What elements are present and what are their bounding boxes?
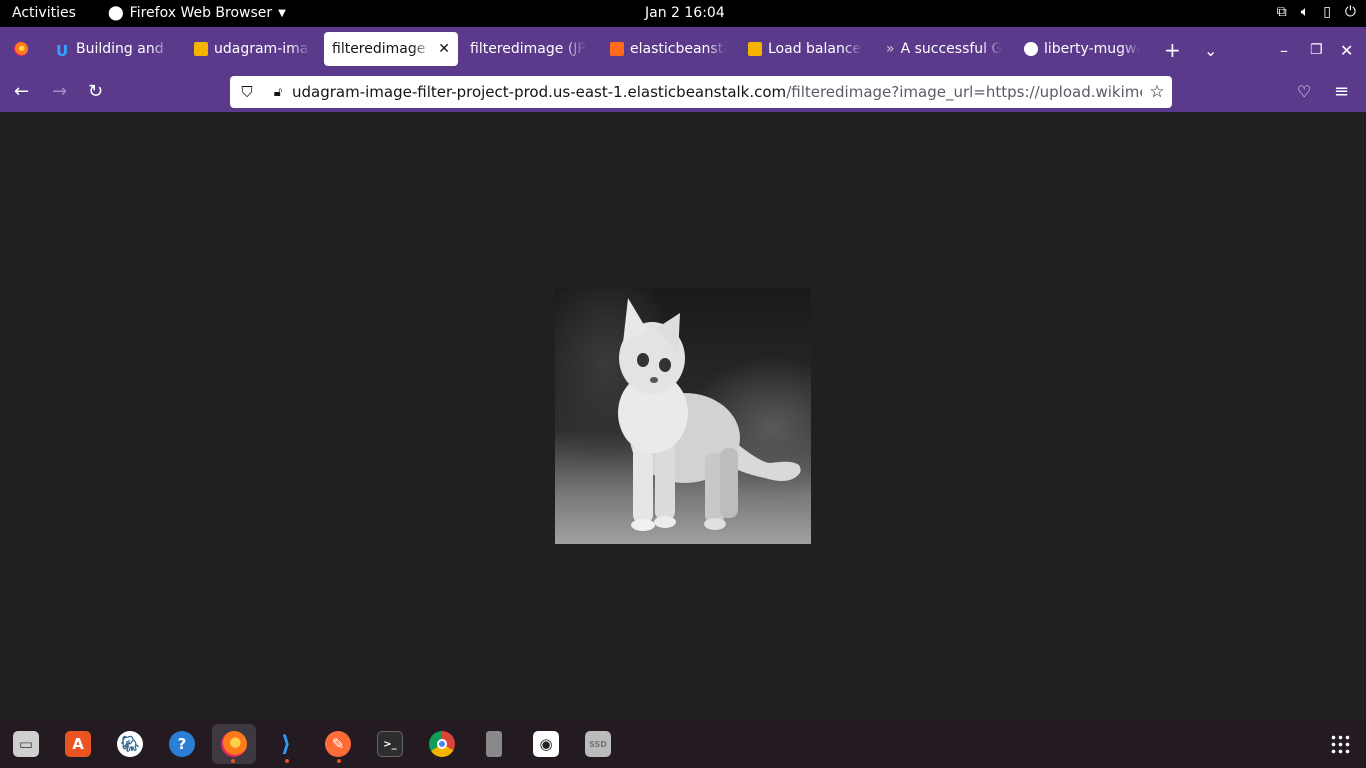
close-window-icon[interactable]: ✕ xyxy=(1340,41,1353,60)
network-icon[interactable]: ⧉ xyxy=(1277,4,1287,20)
tab-udagram-image[interactable]: udagram-imag xyxy=(186,32,318,66)
nav-bar: ← → ↻ ⛉ 🔓︎ udagram-image-filter-project-… xyxy=(0,71,1366,112)
screenshot-camera-icon[interactable]: ◉ xyxy=(526,724,566,764)
forward-arrow-icon[interactable]: → xyxy=(52,81,67,102)
close-tab-icon[interactable]: ✕ xyxy=(438,41,450,57)
tab-label: filteredimage (JP xyxy=(470,41,586,57)
vscode-icon[interactable]: ⟩ xyxy=(266,724,306,764)
running-indicator xyxy=(337,759,341,763)
clock[interactable]: Jan 2 16:04 xyxy=(645,5,725,21)
ubuntu-dock: ▭ A 🐘︎ ? ⟩ ✎ >_ ◉ SSD xyxy=(0,720,1366,768)
activities-button[interactable]: Activities xyxy=(12,5,76,21)
ssd-drive-icon[interactable]: SSD xyxy=(578,724,618,764)
firefox-small-icon: ⬤ xyxy=(108,5,124,21)
url-text[interactable]: udagram-image-filter-project-prod.us-eas… xyxy=(292,83,1142,101)
help-icon[interactable]: ? xyxy=(162,724,202,764)
aws-box-icon xyxy=(194,42,208,56)
kitten-drawing xyxy=(618,298,801,531)
volume-icon[interactable]: 🔈︎ xyxy=(1301,4,1309,20)
software-center-icon[interactable]: A xyxy=(58,724,98,764)
chrome-icon[interactable] xyxy=(422,724,462,764)
aws-box-icon xyxy=(748,42,762,56)
url-bar[interactable]: ⛉ 🔓︎ udagram-image-filter-project-prod.u… xyxy=(230,76,1172,108)
battery-icon[interactable]: ▯ xyxy=(1323,4,1331,20)
tab-label: A successful G xyxy=(900,41,1003,57)
pocket-icon[interactable]: ♡ xyxy=(1297,82,1311,101)
minimize-icon[interactable]: – xyxy=(1280,41,1288,60)
grayscale-kitten-image[interactable] xyxy=(555,288,811,544)
show-applications-grid-icon[interactable] xyxy=(1330,734,1350,754)
reload-icon[interactable]: ↻ xyxy=(88,81,103,102)
chevron-down-icon: ▼ xyxy=(278,7,286,19)
hamburger-menu-icon[interactable]: ≡ xyxy=(1334,81,1349,102)
firefox-view-button[interactable] xyxy=(6,32,36,66)
running-indicator xyxy=(231,759,235,763)
files-app-icon[interactable]: ▭ xyxy=(6,724,46,764)
tab-label: Load balancer xyxy=(768,41,862,57)
tab-label: Building and D xyxy=(76,41,170,57)
restore-icon[interactable]: ❐ xyxy=(1310,42,1323,58)
gnome-top-bar: Activities ⬤ Firefox Web Browser ▼ Jan 2… xyxy=(0,0,1366,27)
insecure-lock-icon[interactable]: 🔓︎ xyxy=(264,85,292,100)
tab-load-balancer[interactable]: Load balancer xyxy=(740,32,870,66)
tab-a-successful[interactable]: » A successful G xyxy=(878,32,1012,66)
phone-device-icon[interactable] xyxy=(474,724,514,764)
back-arrow-icon[interactable]: ← xyxy=(14,81,29,102)
running-indicator xyxy=(285,759,289,763)
chevrons-icon: » xyxy=(886,41,895,57)
firefox-icon xyxy=(14,42,28,56)
tab-elasticbeanstalk[interactable]: elasticbeansta xyxy=(602,32,734,66)
tab-label: filteredimage (J xyxy=(332,41,432,57)
app-menu[interactable]: ⬤ Firefox Web Browser ▼ xyxy=(108,5,286,21)
postgres-elephant-icon[interactable]: 🐘︎ xyxy=(110,724,150,764)
url-path: /filteredimage?image_url=https://upload.… xyxy=(786,83,1142,101)
tab-label: udagram-imag xyxy=(214,41,310,57)
github-icon xyxy=(1024,42,1038,56)
power-icon[interactable]: ⏻ xyxy=(1345,4,1356,20)
postman-icon[interactable]: ✎ xyxy=(318,724,358,764)
tracking-protection-shield-icon[interactable]: ⛉ xyxy=(230,83,264,101)
firefox-dock-icon[interactable] xyxy=(212,724,256,764)
page-content xyxy=(0,112,1366,720)
tab-label: elasticbeansta xyxy=(630,41,726,57)
tab-strip: U Building and D udagram-imag filteredim… xyxy=(0,27,1366,71)
tab-filteredimage-active[interactable]: filteredimage (J ✕ xyxy=(324,32,458,66)
system-tray[interactable]: ⧉ 🔈︎ ▯ ⏻ xyxy=(1277,4,1356,20)
tab-building-and[interactable]: U Building and D xyxy=(48,32,178,66)
tab-liberty-mugwa[interactable]: liberty-mugwa xyxy=(1016,32,1148,66)
bookmark-star-icon[interactable]: ☆ xyxy=(1142,82,1172,102)
elastic-beanstalk-icon xyxy=(610,42,624,56)
list-all-tabs-chevron-icon[interactable]: ⌄ xyxy=(1204,41,1217,60)
udacity-icon: U xyxy=(56,42,69,60)
tab-label: liberty-mugwa xyxy=(1044,41,1140,57)
tab-filteredimage[interactable]: filteredimage (JP xyxy=(462,32,598,66)
url-host: udagram-image-filter-project-prod.us-eas… xyxy=(292,83,787,101)
app-name: Firefox Web Browser xyxy=(129,5,273,21)
terminal-icon[interactable]: >_ xyxy=(370,724,410,764)
new-tab-plus-icon[interactable]: + xyxy=(1164,38,1181,62)
